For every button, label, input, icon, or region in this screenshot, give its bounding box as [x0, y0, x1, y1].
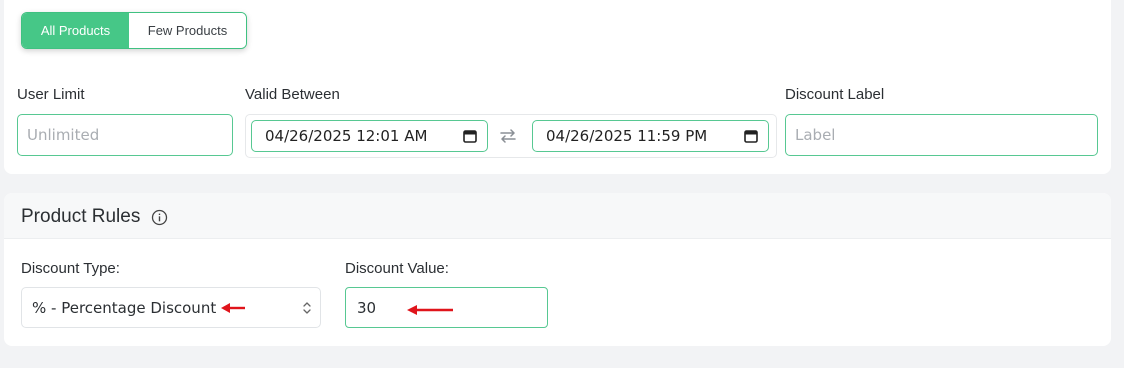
- start-datetime-value: 04/26/2025 12:01 AM: [265, 127, 428, 145]
- all-products-button[interactable]: All Products: [22, 13, 129, 48]
- discount-label-input[interactable]: Label: [785, 114, 1098, 156]
- discount-value-label: Discount Value:: [345, 260, 449, 277]
- calendar-icon[interactable]: [744, 129, 758, 143]
- annotation-arrow-icon: [221, 303, 245, 313]
- product-rules-title: Product Rules: [21, 206, 141, 227]
- end-datetime-value: 04/26/2025 11:59 PM: [546, 127, 708, 145]
- end-datetime-input[interactable]: 04/26/2025 11:59 PM: [532, 120, 769, 152]
- product-scope-toggle: All Products Few Products: [21, 12, 247, 49]
- discount-type-select[interactable]: % - Percentage Discount: [21, 287, 321, 328]
- discount-label-label: Discount Label: [785, 86, 885, 103]
- discount-label-placeholder: Label: [795, 126, 836, 144]
- discount-value-text: 30: [357, 298, 377, 317]
- annotation-arrow-icon: [407, 305, 453, 315]
- start-datetime-input[interactable]: 04/26/2025 12:01 AM: [251, 120, 488, 152]
- user-limit-input[interactable]: Unlimited: [17, 114, 233, 156]
- product-rules-card: Product Rules Discount Type: % - Percent…: [4, 193, 1111, 346]
- user-limit-placeholder: Unlimited: [27, 126, 100, 144]
- info-icon[interactable]: [151, 209, 168, 226]
- valid-between-label: Valid Between: [245, 86, 340, 103]
- user-limit-label: User Limit: [17, 86, 85, 103]
- swap-icon: [500, 129, 516, 143]
- discount-type-value: % - Percentage Discount: [32, 298, 217, 317]
- calendar-icon[interactable]: [463, 129, 477, 143]
- product-rules-header: Product Rules: [4, 193, 1111, 239]
- discount-type-label: Discount Type:: [21, 260, 120, 277]
- select-arrows-icon: [303, 302, 311, 314]
- discount-settings-card: All Products Few Products User Limit Unl…: [4, 0, 1111, 174]
- few-products-button[interactable]: Few Products: [129, 13, 246, 48]
- date-range-group: 04/26/2025 12:01 AM 04/26/2025 11:59 PM: [245, 114, 777, 158]
